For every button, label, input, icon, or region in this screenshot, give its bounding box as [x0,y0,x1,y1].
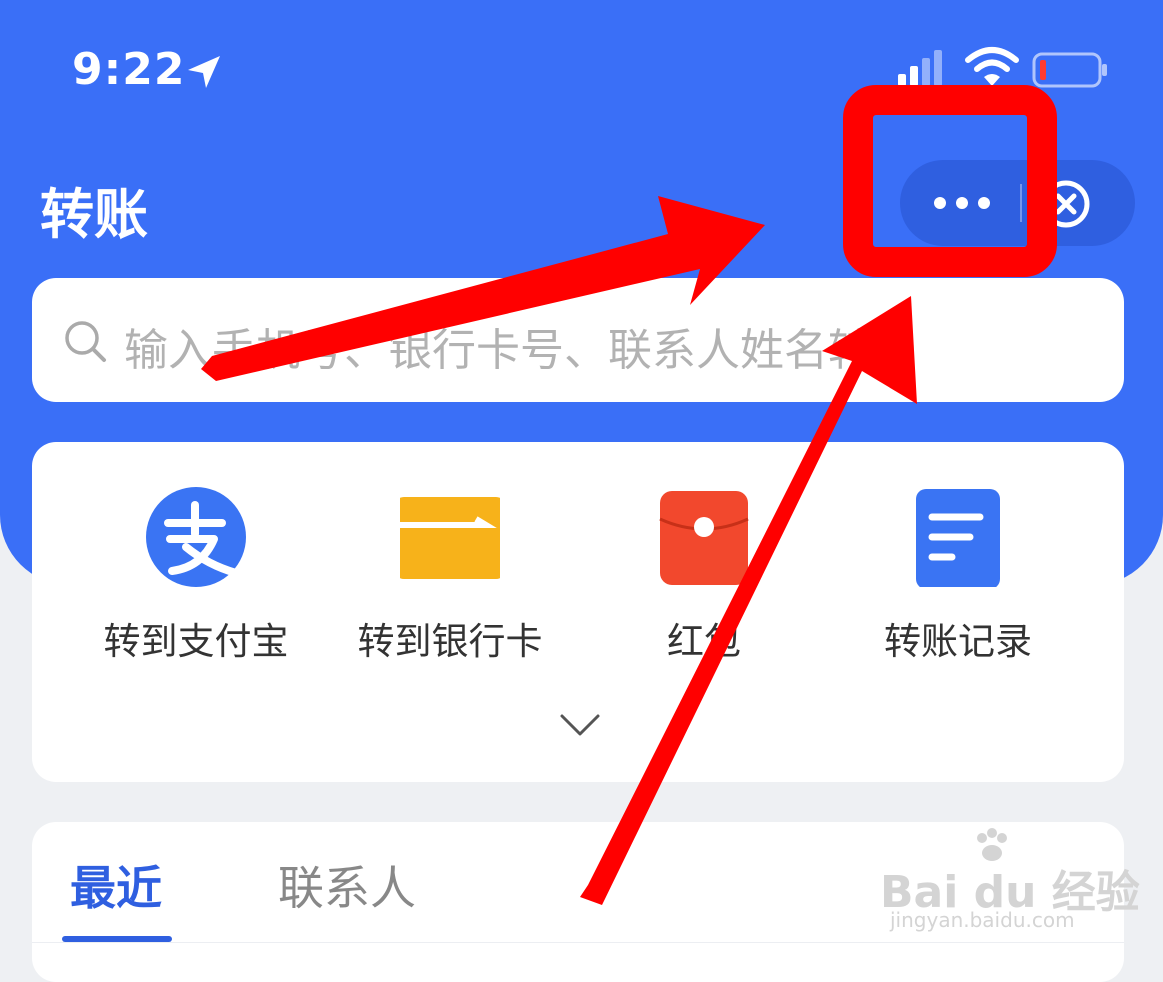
watermark-url: jingyan.baidu.com [890,908,1075,932]
search-input[interactable]: 输入手机号、银行卡号、联系人姓名转账 [32,278,1124,402]
record-icon [916,489,1000,587]
quick-action-alipay[interactable]: 转到支付宝 [66,487,326,667]
page-title: 转账 [40,183,148,246]
mini-program-capsule [900,160,1135,246]
quick-action-label: 转到银行卡 [357,620,543,663]
signal-icon [898,50,942,86]
bank-card-icon [400,497,500,579]
quick-actions-card: 转到支付宝 转到银行卡 红包 转账记录 [32,442,1124,782]
alipay-icon [146,487,246,587]
battery-low-icon [1032,52,1107,88]
search-placeholder: 输入手机号、银行卡号、联系人姓名转账 [124,325,916,376]
status-time: 9:22 [72,44,186,95]
quick-action-label: 转账记录 [884,620,1032,663]
search-icon [65,321,106,362]
quick-action-label: 转到支付宝 [103,620,289,663]
chevron-down-icon[interactable] [558,702,602,746]
watermark: Bai du 经验 jingyan.baidu.com [880,826,1140,936]
red-packet-icon [659,491,749,585]
location-arrow-icon [188,56,220,88]
capsule-divider [1020,184,1022,222]
tab-recent[interactable]: 最近 [70,852,162,918]
wifi-icon [965,47,1019,86]
quick-action-red-packet[interactable]: 红包 [574,487,834,667]
quick-action-records[interactable]: 转账记录 [828,487,1088,667]
close-circle-icon[interactable] [1040,178,1092,230]
more-button[interactable] [900,160,1020,246]
tab-divider [32,942,1124,943]
quick-action-bank-card[interactable]: 转到银行卡 [320,487,580,667]
status-bar: 9:22 [0,0,1163,120]
quick-action-label: 红包 [667,620,741,663]
more-dots-icon [934,197,990,209]
tab-contacts[interactable]: 联系人 [278,852,416,918]
